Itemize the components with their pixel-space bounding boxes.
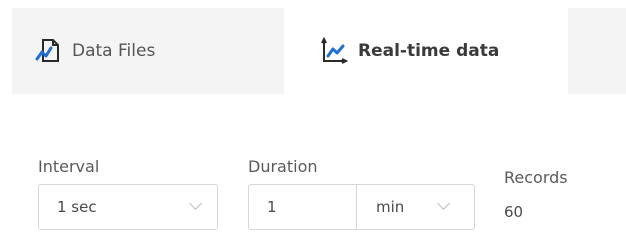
- tab-data-files[interactable]: Data Files: [12, 8, 284, 94]
- duration-group: 1 min: [248, 184, 475, 230]
- chevron-down-icon: [437, 197, 450, 210]
- interval-value: 1 sec: [57, 198, 97, 216]
- records-value: 60: [504, 203, 524, 221]
- chevron-down-icon: [189, 197, 202, 210]
- duration-unit-select[interactable]: min: [376, 185, 404, 229]
- duration-divider: [356, 185, 357, 229]
- interval-select[interactable]: 1 sec: [38, 184, 218, 230]
- duration-label: Duration: [248, 157, 318, 176]
- tab-data-files-label: Data Files: [72, 41, 156, 61]
- line-chart-icon: [320, 36, 349, 65]
- tab-real-time-data-label: Real-time data: [358, 41, 500, 61]
- tab-real-time-data[interactable]: Real-time data: [284, 8, 568, 94]
- interval-label: Interval: [38, 157, 100, 176]
- tab-bar: Data Files Real-time data: [12, 8, 626, 94]
- duration-input[interactable]: 1: [267, 185, 277, 229]
- records-label: Records: [504, 168, 568, 187]
- data-file-icon: [34, 37, 62, 65]
